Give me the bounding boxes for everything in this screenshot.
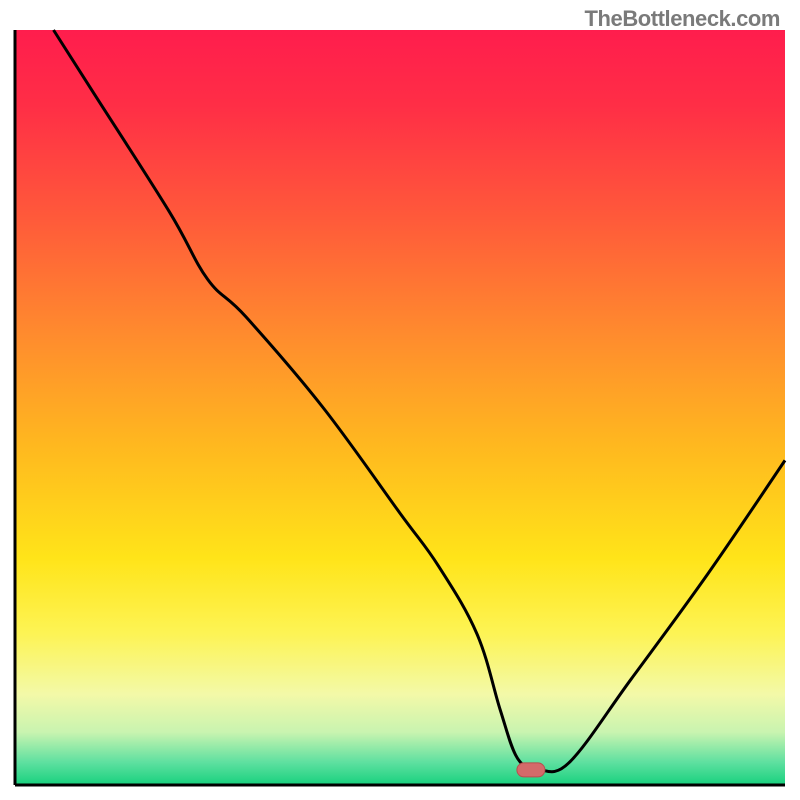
chart-background-gradient: [15, 30, 785, 785]
watermark-text: TheBottleneck.com: [585, 6, 780, 32]
bottleneck-chart: [0, 0, 800, 800]
optimal-point-marker: [517, 763, 545, 777]
